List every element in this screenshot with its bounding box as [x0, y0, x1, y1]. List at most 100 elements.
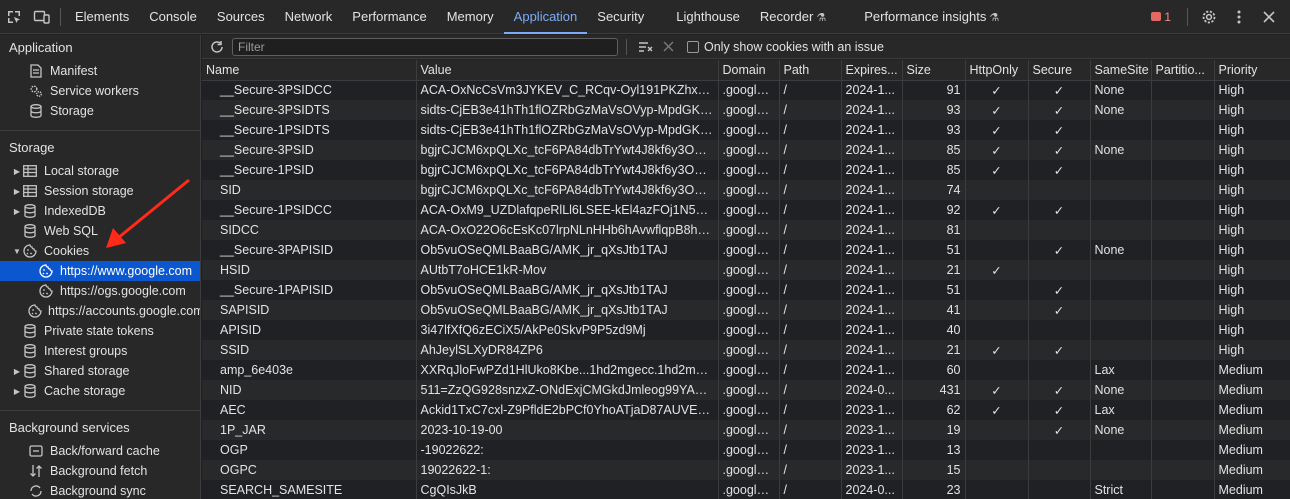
sidebar-item-back-forward-cache[interactable]: Back/forward cache — [0, 441, 200, 461]
table-row[interactable]: SAPISID Ob5vuOSeQMLBaaBG/AMK_jr_qXsJtb1TA… — [202, 300, 1290, 320]
sidebar-item-storage[interactable]: Storage — [0, 101, 200, 121]
filter-input[interactable] — [232, 37, 618, 56]
column-header-domain[interactable]: Domain — [718, 60, 780, 81]
divider — [626, 38, 627, 55]
tab-network[interactable]: Network — [275, 0, 343, 34]
application-sidebar: Application Manifest Service workers Stora… — [0, 35, 201, 499]
sidebar-item-manifest[interactable]: Manifest — [0, 61, 200, 81]
cell-httponly: ✓ — [965, 200, 1029, 220]
table-row[interactable]: HSID AUtbT7oHCE1kR-Mov .google..../2024-1.… — [202, 260, 1290, 280]
table-row[interactable]: amp_6e403e XXRqJloFwPZd1HlUko8Kbe...1hd2m… — [202, 360, 1290, 380]
sidebar-item-label: https://accounts.google.com — [48, 304, 201, 318]
table-row[interactable]: APISID 3i47lfXfQ6zECiX5/AkPe0SkvP9P5zd9Mj… — [202, 320, 1290, 340]
sidebar-item-cache-storage[interactable]: ▶ Cache storage — [0, 381, 200, 401]
sidebar-item-interest-groups[interactable]: Interest groups — [0, 341, 200, 361]
column-header-name[interactable]: Name — [202, 60, 417, 81]
tab-sources[interactable]: Sources — [207, 0, 275, 34]
cell-priority: High — [1214, 120, 1290, 140]
tab-lighthouse[interactable]: Lighthouse — [666, 0, 750, 34]
tab-application[interactable]: Application — [503, 0, 588, 34]
table-row[interactable]: SEARCH_SAMESITE CgQIsJkB .google..../2024-… — [202, 480, 1290, 499]
expand-arrow-icon[interactable]: ▶ — [12, 367, 22, 376]
tab-elements[interactable]: Elements — [65, 0, 139, 34]
cell-size: 13 — [902, 440, 966, 460]
issues-badge[interactable]: 1 — [1151, 10, 1171, 24]
sidebar-item-indexeddb[interactable]: ▶ IndexedDB — [0, 201, 200, 221]
cell-path: / — [779, 360, 842, 380]
table-row[interactable]: __Secure-1PSIDCC ACA-OxM9_UZDlafqpeRlLl6L… — [202, 200, 1290, 220]
cell-size: 85 — [902, 140, 966, 160]
close-icon[interactable] — [1256, 4, 1282, 30]
cell-domain: .google.... — [718, 100, 780, 120]
sidebar-item-web-sql[interactable]: Web SQL — [0, 221, 200, 241]
table-row[interactable]: NID 511=ZzQG928snzxZ-ONdExjCMGkdJmleog99Y… — [202, 380, 1290, 400]
table-row[interactable]: OGPC 19022622-1: .google..../2023-1... 15 Me… — [202, 460, 1290, 480]
sidebar-item-private-state-tokens[interactable]: Private state tokens — [0, 321, 200, 341]
settings-gear-icon[interactable] — [1196, 4, 1222, 30]
tab-label: Sources — [216, 8, 265, 24]
sidebar-item-background-sync[interactable]: Background sync — [0, 481, 200, 499]
cell-domain: .google.... — [718, 480, 780, 499]
only-issue-checkbox[interactable]: Only show cookies with an issue — [687, 40, 884, 54]
table-row[interactable]: __Secure-1PAPISID Ob5vuOSeQMLBaaBG/AMK_jr… — [202, 280, 1290, 300]
cell-httponly: ✓ — [965, 380, 1029, 400]
column-header-value[interactable]: Value — [416, 60, 719, 81]
column-header-priority[interactable]: Priority — [1214, 60, 1290, 81]
sidebar-item-local-storage[interactable]: ▶ Local storage — [0, 161, 200, 181]
more-options-icon[interactable] — [1226, 4, 1252, 30]
cell-samesite — [1090, 460, 1152, 480]
table-row[interactable]: 1P_JAR 2023-10-19-00 .google..../2023-1...… — [202, 420, 1290, 440]
cell-priority: Medium — [1214, 460, 1290, 480]
tab-recorder[interactable]: Recorder ⚗ — [750, 0, 836, 34]
column-header-partitio[interactable]: Partitio... — [1151, 60, 1215, 81]
checkbox-box[interactable] — [687, 40, 699, 53]
cell-priority: High — [1214, 200, 1290, 220]
tab-memory[interactable]: Memory — [437, 0, 504, 34]
tab-performance[interactable]: Performance — [342, 0, 436, 34]
expand-arrow-icon[interactable]: ▶ — [12, 387, 22, 396]
table-row[interactable]: SIDCC ACA-OxO22O6cEsKc07lrpNLnHHb6hAvwflq… — [202, 220, 1290, 240]
expand-arrow-icon[interactable]: ▶ — [12, 167, 22, 176]
column-header-path[interactable]: Path — [779, 60, 842, 81]
cell-expires: 2024-1... — [841, 240, 903, 260]
cell-size: 93 — [902, 120, 966, 140]
table-row[interactable]: __Secure-3PAPISID Ob5vuOSeQMLBaaBG/AMK_jr… — [202, 240, 1290, 260]
sidebar-item-shared-storage[interactable]: ▶ Shared storage — [0, 361, 200, 381]
tab-performance-insights[interactable]: Performance insights ⚗ — [854, 0, 1009, 34]
column-header-size[interactable]: Size — [902, 60, 966, 81]
inspect-element-icon[interactable] — [0, 0, 28, 34]
sidebar-item-background-fetch[interactable]: Background fetch — [0, 461, 200, 481]
clear-filtered-cookies-icon[interactable] — [635, 41, 657, 53]
tab-security[interactable]: Security — [587, 0, 654, 34]
sidebar-item-https-www-google-com[interactable]: https://www.google.com — [0, 261, 200, 281]
column-header-expires[interactable]: Expires... — [841, 60, 903, 81]
table-row[interactable]: __Secure-3PSIDTS sidts-CjEB3e41hTh1flOZRb… — [202, 100, 1290, 120]
device-toolbar-icon[interactable] — [28, 0, 56, 34]
column-header-samesite[interactable]: SameSite — [1090, 60, 1152, 81]
expand-arrow-icon[interactable]: ▶ — [12, 187, 22, 196]
table-row[interactable]: __Secure-1PSID bgjrCJCM6xpQLXc_tcF6PA84db… — [202, 160, 1290, 180]
column-header-httponly[interactable]: HttpOnly — [965, 60, 1029, 81]
sidebar-item-session-storage[interactable]: ▶ Session storage — [0, 181, 200, 201]
table-row[interactable]: __Secure-1PSIDTS sidts-CjEB3e41hTh1flOZRb… — [202, 120, 1290, 140]
sidebar-item-service-workers[interactable]: Service workers — [0, 81, 200, 101]
refresh-icon[interactable] — [202, 40, 232, 54]
collapse-arrow-icon[interactable]: ▼ — [12, 247, 22, 256]
cell-expires: 2023-1... — [841, 440, 903, 460]
table-row[interactable]: SID bgjrCJCM6xpQLXc_tcF6PA84dbTrYwt4J8kf6… — [202, 180, 1290, 200]
sidebar-item-https-accounts-google-com[interactable]: https://accounts.google.com — [0, 301, 200, 321]
table-row[interactable]: __Secure-3PSIDCC ACA-OxNcCsVm3JYKEV_C_RCq… — [202, 80, 1290, 100]
table-row[interactable]: __Secure-3PSID bgjrCJCM6xpQLXc_tcF6PA84db… — [202, 140, 1290, 160]
sidebar-item-https-ogs-google-com[interactable]: https://ogs.google.com — [0, 281, 200, 301]
expand-arrow-icon[interactable]: ▶ — [12, 207, 22, 216]
table-row[interactable]: AEC Ackid1TxC7cxl-Z9PfldE2bPCf0YhoATjaD87… — [202, 400, 1290, 420]
tab-console[interactable]: Console — [139, 0, 207, 34]
sidebar-item-cookies[interactable]: ▼ Cookies — [0, 241, 200, 261]
cell-partitio — [1151, 240, 1215, 260]
column-header-secure[interactable]: Secure — [1028, 60, 1091, 81]
cell-expires: 2024-1... — [841, 320, 903, 340]
table-row[interactable]: SSID AhJeylSLXyDR84ZP6 .google..../2024-1.… — [202, 340, 1290, 360]
table-row[interactable]: OGP -19022622: .google..../2023-1... 13 Medi… — [202, 440, 1290, 460]
cell-priority: Medium — [1214, 420, 1290, 440]
delete-selected-icon[interactable] — [657, 41, 679, 52]
